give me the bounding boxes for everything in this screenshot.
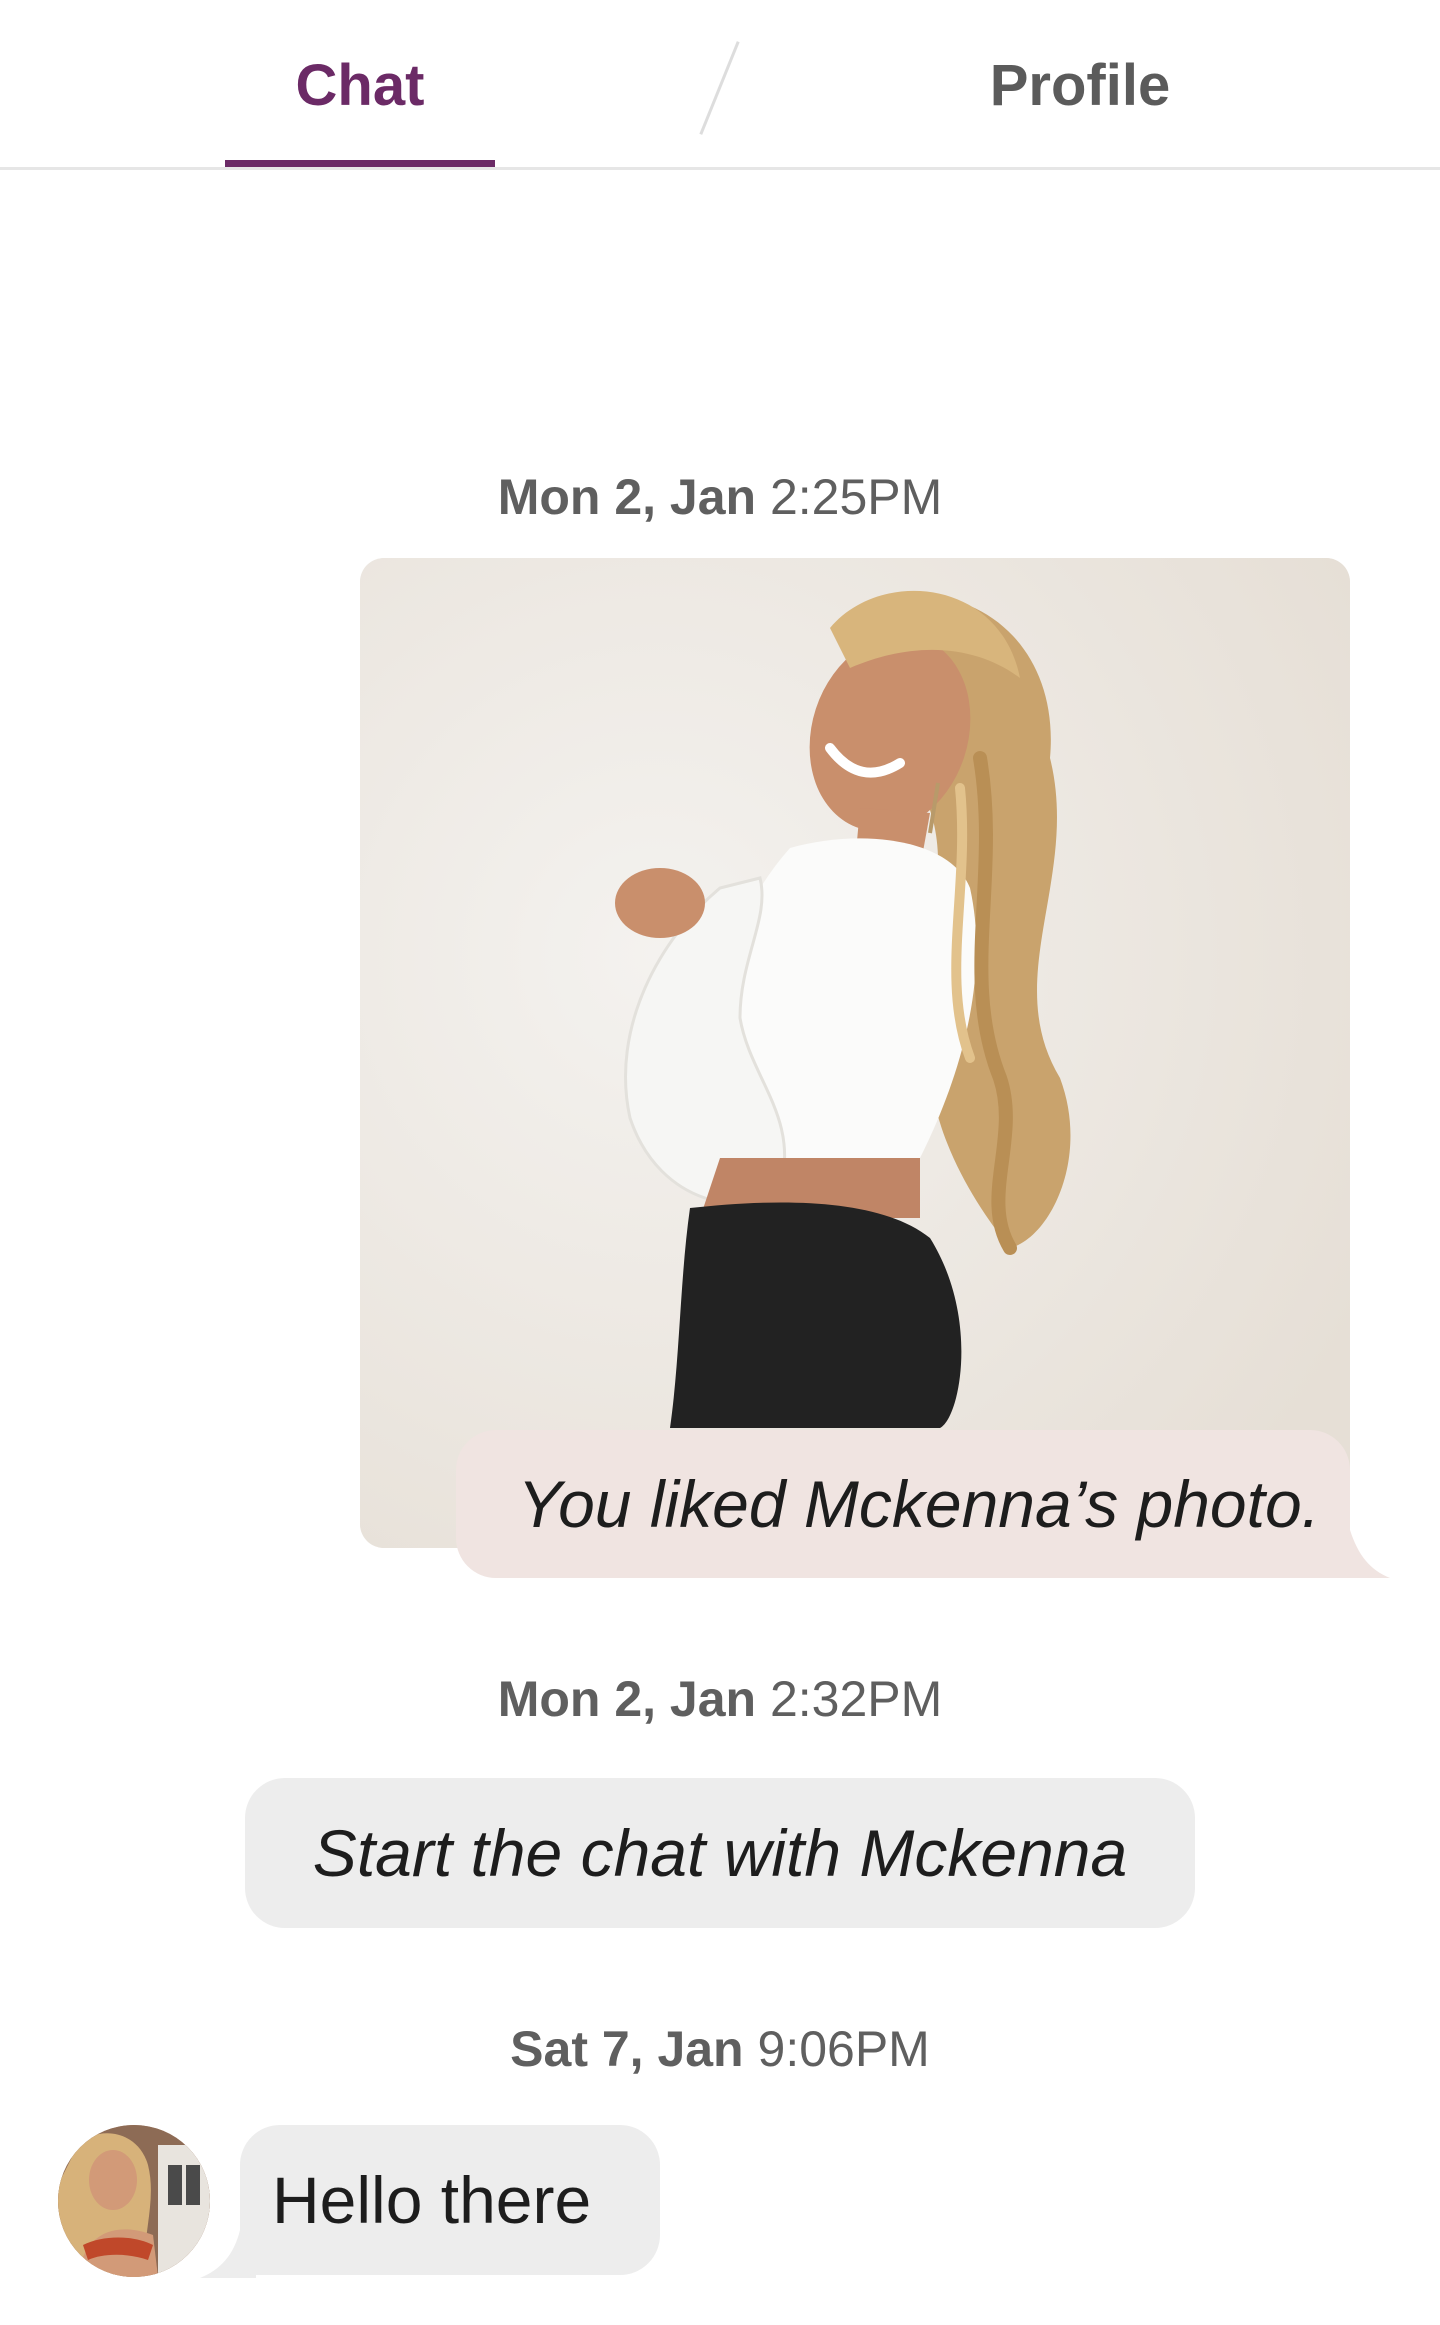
tab-chat[interactable]: Chat [225,0,495,170]
timestamp-date: Sat 7, Jan [510,2021,744,2077]
tab-divider [699,41,740,135]
message-timestamp: Mon 2, Jan 2:25PM [0,468,1440,526]
liked-bubble-tail [1330,1530,1390,1578]
avatar-image [58,2125,210,2277]
message-timestamp: Sat 7, Jan 9:06PM [0,2020,1440,2078]
liked-photo-caption: You liked Mckenna’s photo. [456,1430,1350,1578]
timestamp-time: 2:32PM [769,1671,943,1727]
start-chat-prompt: Start the chat with Mckenna [245,1778,1195,1928]
timestamp-time: 2:25PM [769,469,943,525]
tab-bar: Chat Profile [0,0,1440,170]
liked-photo[interactable] [360,558,1350,1548]
avatar[interactable] [58,2125,210,2277]
message-timestamp: Mon 2, Jan 2:32PM [0,1670,1440,1728]
timestamp-date: Mon 2, Jan [497,469,757,525]
active-tab-indicator [225,160,495,167]
tab-profile[interactable]: Profile [930,0,1230,170]
incoming-message[interactable]: Hello there [240,2125,660,2275]
timestamp-date: Mon 2, Jan [497,1671,757,1727]
liked-photo-image [360,558,1350,1548]
timestamp-time: 9:06PM [757,2021,930,2077]
